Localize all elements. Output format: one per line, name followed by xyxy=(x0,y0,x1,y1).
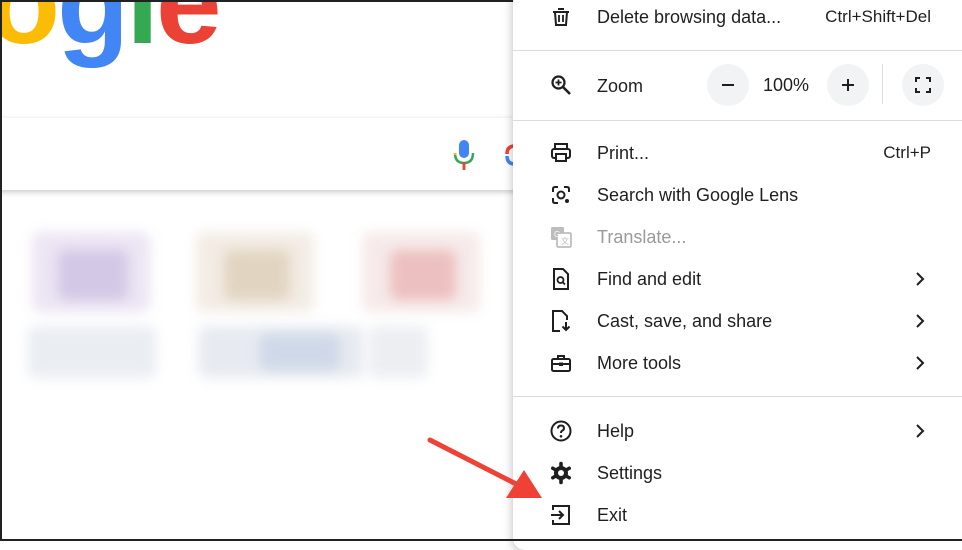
trash-icon xyxy=(553,8,569,26)
menu-separator xyxy=(513,396,962,397)
annotation-arrow xyxy=(427,437,542,498)
translate-icon: G 文 xyxy=(551,227,572,248)
settings-item[interactable]: Settings xyxy=(513,452,962,494)
translate-item[interactable]: G 文 Translate... xyxy=(513,216,962,258)
zoom-in-button[interactable] xyxy=(827,64,869,106)
menu-item-label: Search with Google Lens xyxy=(597,185,799,205)
menu-separator xyxy=(513,50,962,51)
menu-item-label: Delete browsing data... xyxy=(597,7,782,27)
fullscreen-icon xyxy=(915,77,931,93)
help-item[interactable]: Help xyxy=(513,410,962,452)
menu-item-label: Translate... xyxy=(597,227,687,247)
zoom-level: 100% xyxy=(763,75,810,95)
print-item[interactable]: Print... Ctrl+P xyxy=(513,132,962,174)
zoom-in-icon xyxy=(551,75,571,95)
google-logo: ogle xyxy=(0,0,222,69)
chevron-right-icon xyxy=(916,424,925,438)
delete-browsing-data-item[interactable]: Delete browsing data... Ctrl+Shift+Del xyxy=(513,0,962,38)
zoom-label: Zoom xyxy=(597,76,644,96)
zoom-out-button[interactable] xyxy=(707,64,749,106)
save-page-icon xyxy=(552,310,571,332)
search-with-lens-item[interactable]: Search with Google Lens xyxy=(513,174,962,216)
cast-save-share-item[interactable]: Cast, save, and share xyxy=(513,300,962,342)
svg-text:文: 文 xyxy=(561,236,569,246)
menu-item-label: Print... xyxy=(597,143,650,163)
chevron-right-icon xyxy=(916,314,925,328)
find-and-edit-item[interactable]: Find and edit xyxy=(513,258,962,300)
menu-item-label: Settings xyxy=(597,463,663,483)
microphone-icon[interactable] xyxy=(452,140,476,170)
menu-item-label: Help xyxy=(597,421,635,441)
chevron-right-icon xyxy=(916,356,925,370)
exit-item[interactable]: Exit xyxy=(513,494,962,536)
find-in-page-icon xyxy=(553,268,569,290)
more-tools-item[interactable]: More tools xyxy=(513,342,962,384)
fullscreen-button[interactable] xyxy=(902,64,944,106)
shortcut-text: Ctrl+Shift+Del xyxy=(825,7,931,26)
toolbox-icon xyxy=(551,355,571,372)
shortcut-text: Ctrl+P xyxy=(883,143,931,162)
menu-item-label: Find and edit xyxy=(597,269,702,289)
lens-icon xyxy=(552,186,570,204)
zoom-row: Zoom 100% xyxy=(513,60,962,112)
blurred-shortcuts xyxy=(28,222,508,392)
menu-item-label: Exit xyxy=(597,505,628,525)
chevron-right-icon xyxy=(916,272,925,286)
minus-icon xyxy=(722,84,734,86)
plus-icon xyxy=(842,79,854,91)
printer-icon xyxy=(551,143,571,162)
svg-text:G: G xyxy=(554,230,560,239)
menu-item-label: More tools xyxy=(597,353,682,373)
menu-item-label: Cast, save, and share xyxy=(597,311,773,331)
menu-separator xyxy=(513,120,962,121)
frame-border xyxy=(0,0,2,541)
zoom-divider xyxy=(882,64,883,104)
